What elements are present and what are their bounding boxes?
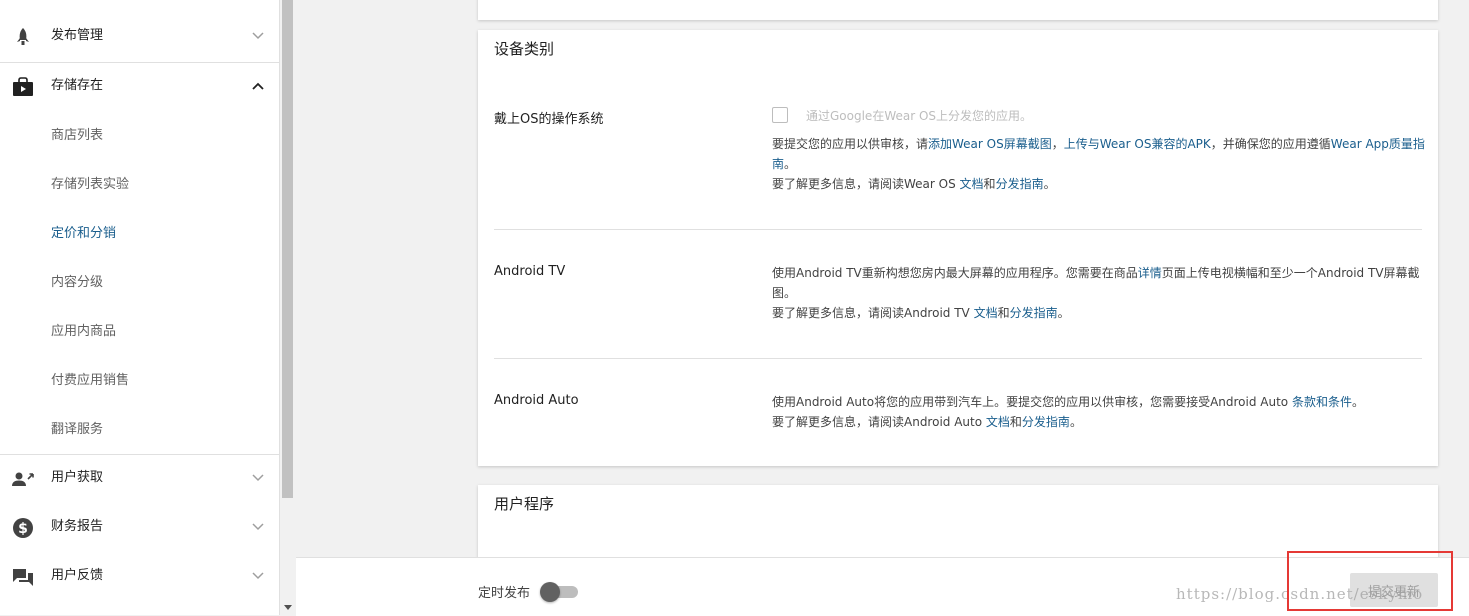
sidebar-item-label: 发布管理 [51, 28, 104, 43]
auto-distribution-guide-link[interactable]: 分发指南 [1022, 415, 1070, 429]
sidebar-item-user-acquisition[interactable]: 用户获取 [0, 454, 279, 503]
chevron-down-icon [252, 474, 264, 482]
sidebar-item-store-presence[interactable]: 存储存在 [0, 62, 279, 111]
sidebar-subitem-paid-app-sales[interactable]: 付费应用销售 [0, 357, 279, 406]
sidebar-subitem-label: 应用内商品 [51, 324, 117, 339]
sidebar: 发布管理 存储存在 商店列表 存储列表实验 定价和分销 内容分级 应用内商品 付… [0, 0, 280, 615]
sidebar-item-label: 存储存在 [51, 78, 104, 93]
desc-text: 要了解更多信息，请阅读Android Auto [772, 415, 986, 429]
sidebar-subitem-content-rating[interactable]: 内容分级 [0, 259, 279, 308]
sidebar-scrollbar[interactable] [280, 0, 295, 615]
desc-text: 要提交您的应用以供审核，请 [772, 137, 929, 151]
chevron-down-icon [252, 572, 264, 580]
wear-os-checkbox-label: 通过Google在Wear OS上分发您的应用。 [806, 109, 1033, 123]
dollar-icon: $ [11, 516, 35, 540]
sidebar-subitem-translation-service[interactable]: 翻译服务 [0, 406, 279, 455]
desc-text: 和 [1009, 415, 1022, 429]
tv-docs-link[interactable]: 文档 [974, 306, 998, 320]
wear-os-label: 戴上OS的操作系统 [494, 112, 604, 127]
android-auto-description: 使用Android Auto将您的应用带到汽车上。要提交您的应用以供审核，您需要… [772, 392, 1428, 432]
chevron-up-icon [252, 82, 264, 90]
android-tv-label: Android TV [494, 264, 566, 279]
scrollbar-thumb[interactable] [282, 0, 293, 498]
card-title: 用户程序 [494, 495, 555, 513]
sidebar-subitem-store-listing-experiments[interactable]: 存储列表实验 [0, 161, 279, 210]
terms-link[interactable]: 条款和条件 [1292, 395, 1352, 409]
card-title: 设备类别 [494, 40, 555, 58]
sidebar-subitem-label: 付费应用销售 [51, 373, 130, 388]
desc-text: 使用Android TV重新构想您房内最大屏幕的应用程序。您需要在商品 [772, 266, 1138, 280]
sidebar-item-user-feedback[interactable]: 用户反馈 [0, 552, 279, 601]
desc-text: 。 [1069, 415, 1082, 429]
store-bag-icon [11, 75, 35, 99]
details-link[interactable]: 详情 [1138, 266, 1162, 280]
wear-os-description: 要提交您的应用以供审核，请添加Wear OS屏幕截图，上传与Wear OS兼容的… [772, 134, 1428, 194]
desc-text: 和 [983, 177, 996, 191]
highlight-box [1287, 551, 1453, 611]
desc-text: 使用Android Auto将您的应用带到汽车上。要提交您的应用以供审核，您需要… [772, 395, 1292, 409]
sidebar-subitem-label: 翻译服务 [51, 422, 104, 437]
svg-text:$: $ [18, 521, 28, 537]
scroll-down-arrow-icon[interactable] [284, 605, 292, 610]
upload-wear-apk-link[interactable]: 上传与Wear OS兼容的APK [1064, 137, 1211, 151]
sidebar-subitem-pricing-distribution[interactable]: 定价和分销 [0, 210, 279, 259]
sidebar-subitem-label: 商店列表 [51, 128, 104, 143]
device-categories-card: 设备类别 戴上OS的操作系统 通过Google在Wear OS上分发您的应用。 … [478, 30, 1438, 466]
desc-text: 。 [784, 157, 797, 171]
sidebar-item-release-management[interactable]: 发布管理 [0, 12, 279, 61]
chat-icon [11, 565, 35, 589]
sidebar-subitem-label: 存储列表实验 [51, 177, 130, 192]
desc-text: ， [1051, 137, 1064, 151]
rocket-icon [11, 25, 35, 49]
sidebar-item-financial-reports[interactable]: $ 财务报告 [0, 503, 279, 552]
sidebar-item-label: 财务报告 [51, 519, 104, 534]
sidebar-subitem-label: 定价和分销 [51, 226, 117, 241]
android-tv-description: 使用Android TV重新构想您房内最大屏幕的应用程序。您需要在商品详情页面上… [772, 263, 1428, 323]
tv-distribution-guide-link[interactable]: 分发指南 [1010, 306, 1058, 320]
desc-text: 。 [1043, 177, 1056, 191]
previous-card [478, 0, 1438, 20]
sidebar-subitem-store-listing[interactable]: 商店列表 [0, 112, 279, 161]
wear-docs-link[interactable]: 文档 [960, 177, 984, 191]
sidebar-item-label: 用户反馈 [51, 568, 104, 583]
divider [494, 229, 1422, 230]
scheduled-publishing-label: 定时发布 [478, 586, 531, 601]
auto-docs-link[interactable]: 文档 [986, 415, 1010, 429]
toggle-knob[interactable] [540, 582, 560, 602]
sidebar-subitem-label: 内容分级 [51, 275, 104, 290]
wear-distribution-guide-link[interactable]: 分发指南 [996, 177, 1044, 191]
wear-app-quality-link[interactable]: Wear App质量 [1331, 137, 1413, 151]
user-add-icon [11, 467, 35, 491]
desc-text: ，并确保您的应用遵循 [1210, 137, 1331, 151]
desc-text: 。 [1057, 306, 1070, 320]
divider [494, 358, 1422, 359]
desc-text: 要了解更多信息，请阅读Android TV [772, 306, 974, 320]
chevron-down-icon [252, 32, 264, 40]
desc-text: 和 [997, 306, 1010, 320]
android-auto-label: Android Auto [494, 393, 579, 408]
add-wear-screenshots-link[interactable]: 添加Wear OS屏幕截图 [928, 137, 1052, 151]
sidebar-subitem-in-app-products[interactable]: 应用内商品 [0, 308, 279, 357]
wear-os-checkbox[interactable] [772, 107, 788, 123]
chevron-down-icon [252, 523, 264, 531]
sidebar-item-label: 用户获取 [51, 470, 104, 485]
desc-text: 要了解更多信息，请阅读Wear OS [772, 177, 960, 191]
desc-text: 。 [1351, 395, 1364, 409]
